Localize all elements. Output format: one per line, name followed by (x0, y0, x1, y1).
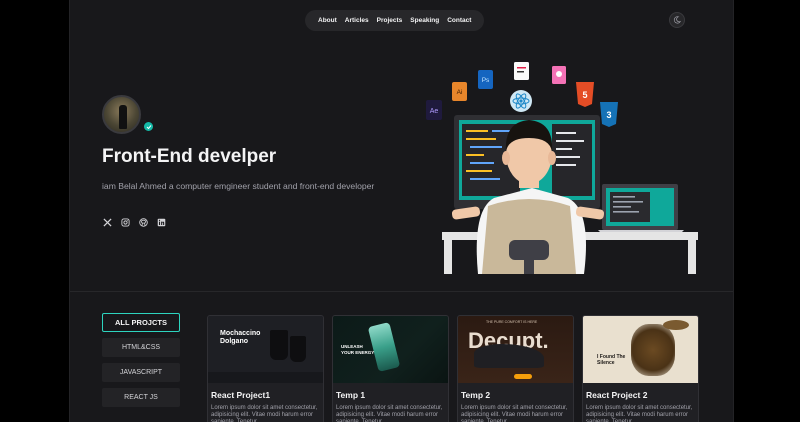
project-card[interactable]: Mochaccino Dolgano React Project1 Lorem … (207, 315, 324, 422)
filter-react-js[interactable]: REACT JS (102, 388, 180, 407)
card-title: React Project1 (211, 390, 271, 400)
social-links (102, 217, 166, 227)
nav-articles[interactable]: Articles (345, 17, 369, 24)
thumb-heading: Mochaccino Dolgano (220, 330, 261, 345)
card-description: Lorem ipsum dolor sit amet consectetur, … (461, 405, 568, 422)
ps-icon: Ps (478, 70, 493, 89)
project-thumbnail: I Found The Silence (583, 316, 698, 383)
developer-illustration: Ae Ai Ps 5 3 (426, 62, 698, 274)
nav-contact[interactable]: Contact (447, 17, 471, 24)
html5-icon: 5 (576, 82, 594, 107)
card-title: Temp 1 (336, 390, 366, 400)
card-description: Lorem ipsum dolor sit amet consectetur, … (211, 405, 318, 422)
thumb-heading: I Found The Silence (597, 354, 626, 366)
project-thumbnail: THE PURE COMFORT IS HERE Deçupt. (458, 316, 573, 383)
instagram-icon[interactable] (120, 217, 130, 227)
filter-html-css[interactable]: HTML&CSS (102, 338, 180, 357)
card-description: Lorem ipsum dolor sit amet consectetur, … (336, 405, 443, 422)
card-description: Lorem ipsum dolor sit amet consectetur, … (586, 405, 693, 422)
ae-badge-label: Ae (430, 108, 439, 115)
ae-icon: Ae (426, 100, 442, 120)
ai-badge-label: Ai (457, 89, 463, 96)
css3-icon: 3 (600, 102, 618, 127)
avatar (102, 95, 141, 134)
project-cards: Mochaccino Dolgano React Project1 Lorem … (207, 315, 699, 422)
css3-badge-label: 3 (606, 110, 611, 120)
project-card[interactable]: I Found The Silence React Project 2 Lore… (582, 315, 699, 422)
svg-text:Ps: Ps (482, 77, 490, 84)
x-icon[interactable] (102, 217, 112, 227)
thumb-heading: UNLEASH YOUR ENERGY (341, 344, 375, 355)
nav-about[interactable]: About (318, 17, 337, 24)
filter-all-projects[interactable]: ALL PROJCTS (102, 313, 180, 332)
html5-badge-label: 5 (582, 90, 587, 100)
top-nav: About Articles Projects Speaking Contact (305, 10, 485, 31)
card-title: Temp 2 (461, 390, 491, 400)
section-divider (70, 291, 733, 292)
moon-icon (673, 16, 681, 24)
nav-speaking[interactable]: Speaking (410, 17, 439, 24)
react-icon (510, 90, 532, 112)
thumb-subheading: THE PURE COMFORT IS HERE (486, 320, 538, 324)
hero-title: Front-End develper (102, 146, 277, 167)
project-filters: ALL PROJCTS HTML&CSS JAVASCRIPT REACT JS (102, 313, 180, 407)
project-thumbnail: Mochaccino Dolgano (208, 316, 323, 383)
project-thumbnail: UNLEASH YOUR ENERGY (333, 316, 448, 383)
filter-javascript[interactable]: JAVASCRIPT (102, 363, 180, 382)
hero-description: iam Belal Ahmed a computer emgineer stud… (102, 181, 375, 191)
project-card[interactable]: UNLEASH YOUR ENERGY Temp 1 Lorem ipsum d… (332, 315, 449, 422)
github-icon[interactable] (138, 217, 148, 227)
project-card[interactable]: THE PURE COMFORT IS HERE Deçupt. Temp 2 … (457, 315, 574, 422)
file-image-icon (552, 66, 566, 84)
file-code-icon (514, 62, 529, 80)
page-frame: About Articles Projects Speaking Contact… (69, 0, 734, 422)
ai-icon: Ai (452, 82, 467, 101)
card-title: React Project 2 (586, 390, 648, 400)
linkedin-icon[interactable] (156, 217, 166, 227)
verified-badge-icon (144, 122, 153, 131)
theme-toggle-button[interactable] (669, 12, 685, 28)
nav-projects[interactable]: Projects (377, 17, 403, 24)
